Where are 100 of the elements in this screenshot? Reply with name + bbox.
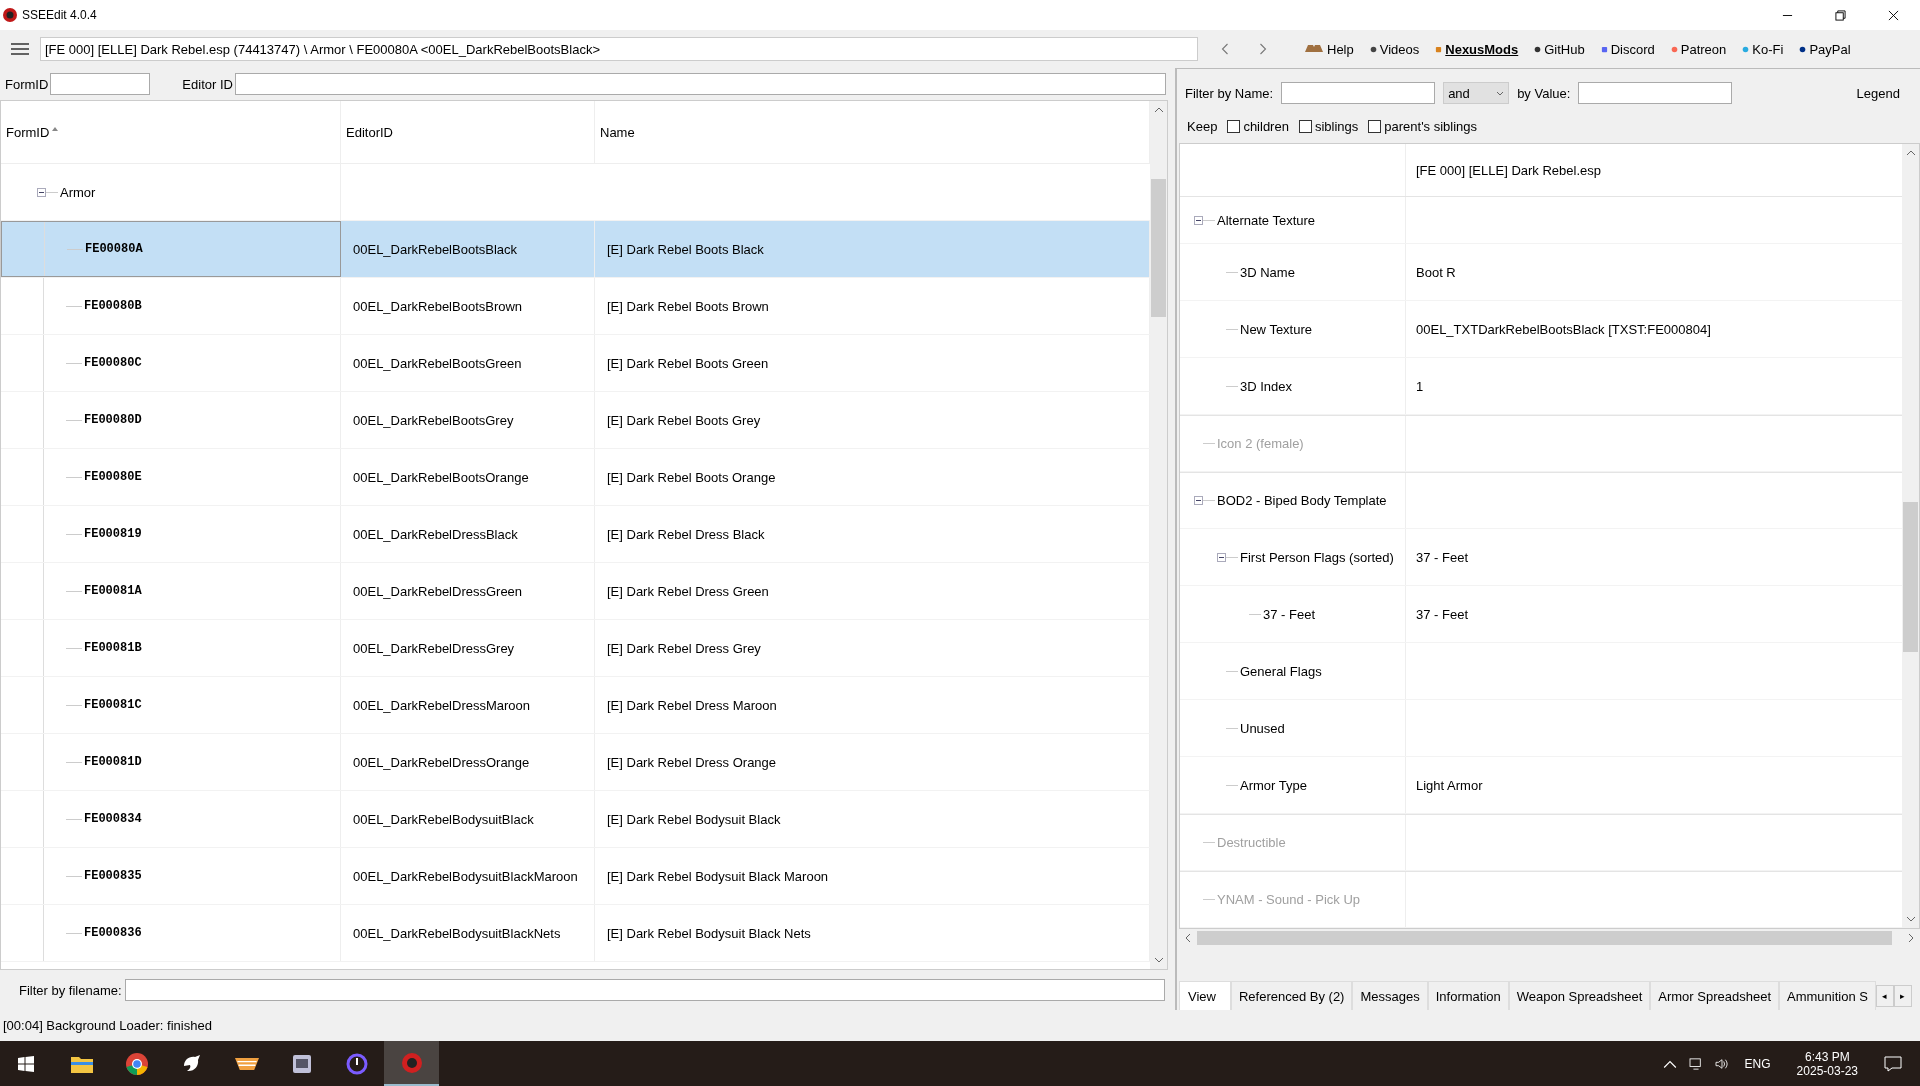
- toolbar-link[interactable]: Videos: [1369, 41, 1420, 57]
- path-field[interactable]: [FE 000] [ELLE] Dark Rebel.esp (74413747) \ Armor \ FE00080A <00EL_DarkRebelBootsBlack>: [40, 37, 1198, 61]
- collapse-icon[interactable]: [1194, 496, 1203, 505]
- record-row[interactable]: FE00081C 00EL_DarkRebelDressMaroon [E] Dark Rebel Dress Maroon: [1, 677, 1150, 734]
- collapse-icon[interactable]: [1217, 552, 1226, 562]
- toolbar-link[interactable]: Discord: [1600, 41, 1655, 57]
- field-name[interactable]: Armor Type: [1240, 777, 1307, 793]
- tab[interactable]: Referenced By (2): [1230, 981, 1353, 1010]
- tab[interactable]: Messages: [1352, 981, 1428, 1010]
- editorid-cell: 00EL_DarkRebelBootsGreen: [353, 355, 522, 371]
- collapse-icon[interactable]: [37, 187, 46, 197]
- record-row[interactable]: FE00080E 00EL_DarkRebelBootsOrange [E] Dark Rebel Boots Orange: [1, 449, 1150, 506]
- bowl-icon: [234, 1057, 259, 1070]
- field-name[interactable]: New Texture: [1240, 321, 1312, 337]
- tab[interactable]: Information: [1427, 981, 1509, 1010]
- restore-icon[interactable]: [1835, 9, 1846, 21]
- group-label[interactable]: Armor: [60, 184, 96, 200]
- window-title: SSEEdit 4.0.4: [22, 8, 97, 22]
- tab[interactable]: Armor Spreadsheet: [1650, 981, 1779, 1010]
- toolbar-link[interactable]: Help: [1304, 41, 1354, 57]
- record-row[interactable]: FE00081D 00EL_DarkRebelDressOrange [E] Dark Rebel Dress Orange: [1, 734, 1150, 791]
- formid-cell: FE00080E: [84, 470, 142, 484]
- field-label: Editor ID: [182, 76, 233, 92]
- name-cell: [E] Dark Rebel Dress Orange: [607, 754, 777, 770]
- value-filter-field[interactable]: [1578, 82, 1733, 104]
- name-cell: [E] Dark Rebel Dress Black: [607, 526, 765, 542]
- clock-time[interactable]: 6:43 PM: [1804, 1049, 1850, 1064]
- field-name[interactable]: Unused: [1240, 720, 1285, 736]
- formid-cell: FE00081D: [84, 755, 142, 769]
- record-row[interactable]: FE00080D 00EL_DarkRebelBootsGrey [E] Dark Rebel Boots Grey: [1, 392, 1150, 449]
- name-cell: [E] Dark Rebel Boots Green: [607, 355, 769, 371]
- scrollbar-thumb[interactable]: [1903, 502, 1918, 652]
- tab[interactable]: View: [1179, 981, 1231, 1010]
- network-icon[interactable]: [1688, 1057, 1703, 1070]
- field-name[interactable]: BOD2 - Biped Body Template: [1217, 493, 1387, 508]
- formid-cell: FE000819: [84, 527, 142, 541]
- toolbar-link[interactable]: GitHub: [1534, 41, 1585, 57]
- scroll-left-icon[interactable]: [1185, 932, 1191, 943]
- forward-icon[interactable]: [1258, 41, 1268, 57]
- record-row[interactable]: FE00081B 00EL_DarkRebelDressGrey [E] Dark Rebel Dress Grey: [1, 620, 1150, 677]
- editorid-cell: 00EL_DarkRebelDressGreen: [353, 583, 523, 599]
- close-icon[interactable]: [1888, 9, 1899, 21]
- scrollbar-thumb[interactable]: [1151, 179, 1166, 317]
- toolbar-link[interactable]: PayPal: [1799, 41, 1851, 57]
- browser-icon: [124, 1051, 149, 1076]
- field-name[interactable]: 37 - Feet: [1263, 606, 1316, 622]
- scroll-right-icon[interactable]: [1908, 932, 1914, 943]
- checkbox-label[interactable]: siblings: [1314, 118, 1359, 134]
- field-name[interactable]: General Flags: [1240, 663, 1322, 679]
- record-row[interactable]: FE00080B 00EL_DarkRebelBootsBrown [E] Dark Rebel Boots Brown: [1, 278, 1150, 335]
- field-value: 37 - Feet: [1416, 549, 1469, 565]
- checkbox-label[interactable]: parent's siblings: [1384, 118, 1478, 134]
- scrollbar[interactable]: [1150, 101, 1167, 969]
- column-header[interactable]: Name: [600, 124, 635, 140]
- name-filter-field[interactable]: [1281, 82, 1436, 104]
- language-indicator[interactable]: ENG: [1744, 1056, 1771, 1071]
- column-header[interactable]: FormID: [6, 124, 50, 140]
- start-icon[interactable]: [18, 1055, 34, 1072]
- scroll-down-icon[interactable]: [1153, 957, 1164, 963]
- toolbar-link[interactable]: Ko-Fi: [1742, 41, 1784, 57]
- collapse-icon[interactable]: [1194, 215, 1203, 225]
- formid-field[interactable]: [50, 73, 151, 95]
- toolbar-link[interactable]: NexusMods: [1435, 41, 1519, 57]
- field-name[interactable]: 3D Name: [1240, 264, 1295, 280]
- editorid-field[interactable]: [234, 73, 1166, 95]
- filename-filter-field[interactable]: [124, 979, 1165, 1001]
- menu-icon[interactable]: [10, 42, 30, 56]
- record-row[interactable]: FE00081A 00EL_DarkRebelDressGreen [E] Dark Rebel Dress Green: [1, 563, 1150, 620]
- scrollbar[interactable]: [1902, 144, 1919, 928]
- record-row[interactable]: FE000819 00EL_DarkRebelDressBlack [E] Dark Rebel Dress Black: [1, 506, 1150, 563]
- scroll-up-icon[interactable]: [1905, 150, 1916, 156]
- scroll-up-icon[interactable]: [1153, 107, 1164, 113]
- volume-icon[interactable]: [1714, 1057, 1729, 1070]
- toolbar-link[interactable]: Patreon: [1670, 41, 1727, 57]
- tab[interactable]: Ammunition S: [1779, 981, 1876, 1010]
- tab[interactable]: Weapon Spreadsheet: [1508, 981, 1651, 1010]
- record-row[interactable]: FE000836 00EL_DarkRebelBodysuitBlackNets [E] Dark Rebel Bodysuit Black Nets: [1, 905, 1150, 962]
- scroll-down-icon[interactable]: [1905, 916, 1916, 922]
- column-header[interactable]: EditorID: [346, 124, 393, 140]
- ring-icon: [344, 1051, 369, 1076]
- clock-date[interactable]: 2025-03-23: [1796, 1063, 1858, 1078]
- record-row[interactable]: FE000834 00EL_DarkRebelBodysuitBlack [E] Dark Rebel Bodysuit Black: [1, 791, 1150, 848]
- taskbar-app[interactable]: [384, 1041, 439, 1086]
- legend-link[interactable]: Legend: [1856, 85, 1900, 101]
- record-row[interactable]: FE00080C 00EL_DarkRebelBootsGreen [E] Dark Rebel Boots Green: [1, 335, 1150, 392]
- field-name[interactable]: First Person Flags (sorted): [1240, 549, 1394, 565]
- checkbox[interactable]: [1227, 119, 1241, 133]
- app-logo-icon: [2, 7, 18, 23]
- field-label: FormID: [5, 76, 49, 92]
- checkbox[interactable]: [1368, 119, 1382, 133]
- operator-dropdown[interactable]: and: [1443, 82, 1510, 104]
- notification-icon[interactable]: [1884, 1055, 1902, 1072]
- record-row[interactable]: FE000835 00EL_DarkRebelBodysuitBlackMaroon [E] Dark Rebel Bodysuit Black Maroon: [1, 848, 1150, 905]
- field-value: Light Armor: [1416, 777, 1483, 793]
- back-icon[interactable]: [1220, 41, 1230, 57]
- checkbox-label[interactable]: children: [1243, 118, 1289, 134]
- field-name[interactable]: 3D Index: [1240, 378, 1293, 394]
- record-row[interactable]: FE00080A 00EL_DarkRebelBootsBlack [E] Dark Rebel Boots Black: [1, 221, 1150, 278]
- field-name[interactable]: Alternate Texture: [1217, 212, 1316, 228]
- checkbox[interactable]: [1298, 119, 1312, 133]
